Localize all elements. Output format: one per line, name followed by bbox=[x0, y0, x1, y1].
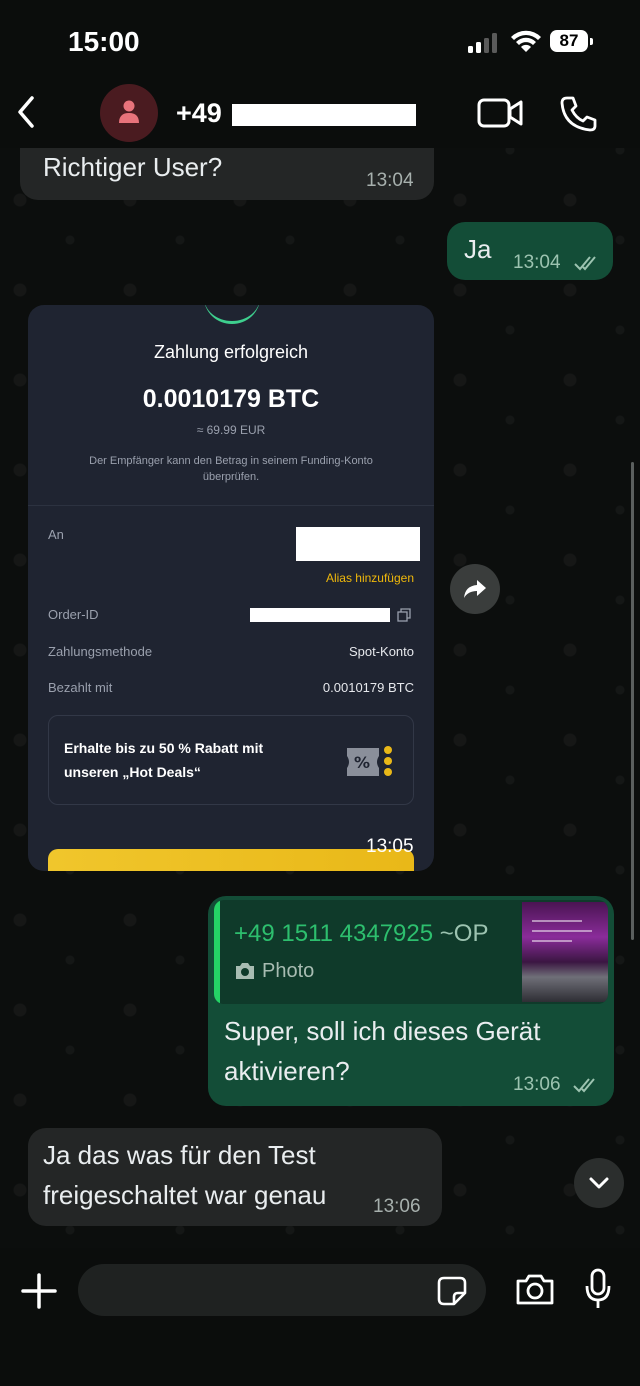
message-text-line1: Super, soll ich dieses Gerät bbox=[224, 1016, 541, 1046]
chevron-down-icon bbox=[589, 1177, 609, 1189]
mic-icon[interactable] bbox=[584, 1268, 612, 1310]
plus-icon[interactable] bbox=[20, 1272, 58, 1310]
quoted-sender: +49 1511 4347925 ~OP bbox=[234, 920, 489, 947]
message-incoming[interactable]: Ja das was für den Test freigeschaltet w… bbox=[28, 1128, 442, 1226]
message-input[interactable] bbox=[78, 1264, 486, 1316]
message-time: 13:06 bbox=[513, 1074, 561, 1095]
alias-link: Alias hinzufügen bbox=[325, 571, 414, 585]
order-id-label: Order-ID bbox=[48, 607, 99, 622]
message-time: 13:04 bbox=[366, 170, 414, 191]
double-check-icon bbox=[574, 256, 596, 271]
avatar-person-icon bbox=[119, 100, 139, 123]
battery-indicator: 87 bbox=[550, 30, 594, 54]
camera-icon[interactable] bbox=[515, 1272, 555, 1306]
message-time: 13:04 bbox=[513, 252, 561, 273]
recipient-label: An bbox=[48, 527, 64, 542]
payment-title: Zahlung erfolgreich bbox=[153, 342, 309, 362]
payment-screenshot[interactable]: Zahlung erfolgreich 0.0010179 BTC ≈ 69.9… bbox=[28, 305, 434, 871]
forward-button[interactable] bbox=[450, 564, 500, 614]
paid-with-label: Bezahlt mit bbox=[48, 680, 113, 695]
payment-fiat: ≈ 69.99 EUR bbox=[196, 423, 266, 437]
message-text-line2: aktivieren? bbox=[224, 1056, 350, 1086]
avatar[interactable] bbox=[100, 84, 158, 142]
primary-button-strip bbox=[48, 849, 414, 871]
promo-banner: Erhalte bis zu 50 % Rabatt mit unseren „… bbox=[48, 715, 414, 805]
method-label: Zahlungsmethode bbox=[48, 644, 153, 659]
double-check-icon bbox=[573, 1078, 595, 1093]
message-text: Ja bbox=[464, 234, 492, 264]
back-arrow-icon[interactable] bbox=[12, 92, 42, 132]
redacted-recipient bbox=[296, 527, 420, 561]
message-text: Richtiger User? bbox=[43, 152, 223, 182]
forward-icon bbox=[464, 580, 486, 598]
battery-level: 87 bbox=[550, 30, 588, 52]
redacted-number bbox=[232, 104, 416, 126]
copy-icon bbox=[397, 608, 411, 622]
status-time: 15:00 bbox=[68, 26, 140, 57]
promo-text: Erhalte bis zu 50 % Rabatt mit unseren „… bbox=[64, 740, 264, 780]
reply-quote[interactable]: +49 1511 4347925 ~OP Photo bbox=[214, 900, 608, 1004]
phone-icon[interactable] bbox=[558, 94, 598, 134]
svg-text:%: % bbox=[354, 753, 370, 772]
status-bar: 15:00 87 bbox=[0, 0, 640, 80]
message-outgoing[interactable]: Ja 13:04 bbox=[447, 222, 613, 280]
camera-small-icon bbox=[236, 963, 254, 979]
wifi-icon bbox=[511, 30, 541, 52]
payment-note: Der Empfänger kann den Betrag in seinem … bbox=[89, 455, 373, 483]
message-time: 13:05 bbox=[366, 836, 414, 857]
paid-with-value: 0.0010179 BTC bbox=[322, 680, 414, 695]
signal-icon bbox=[468, 33, 497, 53]
message-time: 13:06 bbox=[373, 1196, 421, 1217]
coupon-icon: % bbox=[347, 746, 392, 776]
payment-amount: 0.0010179 BTC bbox=[142, 385, 320, 413]
redacted-order-id bbox=[250, 608, 390, 622]
quoted-thumbnail bbox=[522, 902, 608, 1002]
scroll-to-bottom-button[interactable] bbox=[574, 1158, 624, 1208]
scroll-indicator bbox=[631, 462, 634, 940]
quoted-media: Photo bbox=[234, 960, 314, 983]
contact-name[interactable]: +49 bbox=[176, 98, 222, 129]
message-text-line2: freigeschaltet war genau bbox=[43, 1180, 327, 1210]
chat-header: +49 bbox=[0, 80, 640, 148]
method-value: Spot-Konto bbox=[348, 644, 414, 659]
video-call-icon[interactable] bbox=[476, 96, 524, 130]
sticker-icon[interactable] bbox=[436, 1275, 468, 1307]
message-text-line1: Ja das was für den Test bbox=[43, 1140, 316, 1170]
composer-bar bbox=[0, 1248, 640, 1386]
